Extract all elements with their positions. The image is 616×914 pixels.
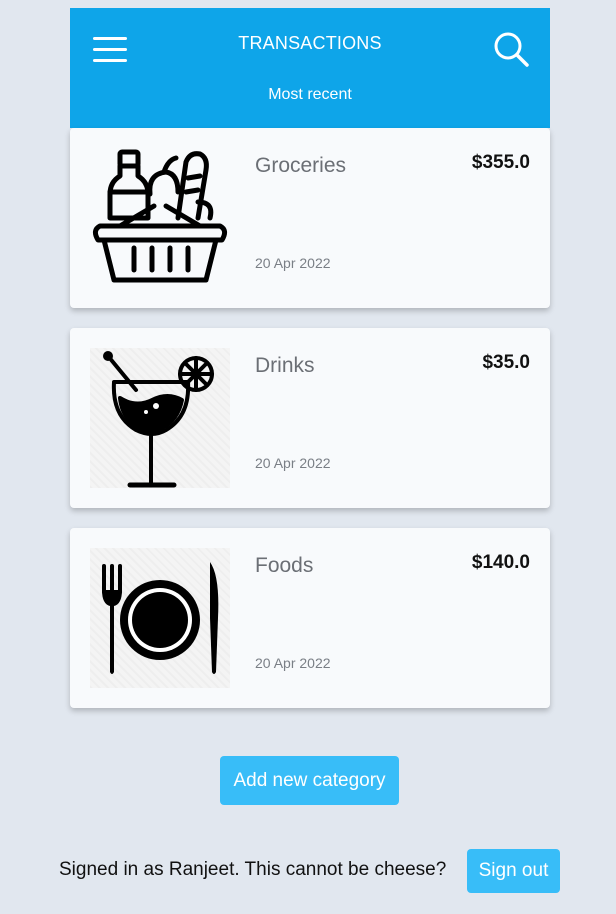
transaction-date: 20 Apr 2022: [255, 255, 331, 271]
sign-out-button[interactable]: Sign out: [467, 849, 560, 893]
transaction-date: 20 Apr 2022: [255, 655, 331, 671]
transaction-amount: $355.0: [471, 152, 530, 173]
transaction-card-drinks[interactable]: Drinks $35.0 20 Apr 2022: [70, 328, 550, 508]
signed-in-status: Signed in as Ranjeet. This cannot be che…: [59, 859, 447, 880]
transaction-name: Foods: [255, 554, 314, 577]
transaction-name: Drinks: [255, 354, 315, 377]
app-root: TRANSACTIONS Most recent Groceries $355.…: [0, 0, 616, 914]
transaction-name: Groceries: [255, 154, 347, 177]
search-icon: [494, 32, 529, 67]
transaction-card-foods[interactable]: Foods $140.0 20 Apr 2022: [70, 528, 550, 708]
transaction-amount: $35.0: [482, 352, 530, 373]
grocery-basket-icon: [90, 148, 230, 288]
plate-fork-knife-icon: [90, 548, 230, 688]
page-subtitle: Most recent: [268, 86, 352, 103]
transaction-date: 20 Apr 2022: [255, 455, 331, 471]
add-category-button[interactable]: Add new category: [220, 756, 399, 805]
transaction-amount: $140.0: [471, 552, 530, 573]
cocktail-glass-icon: [90, 348, 230, 488]
page-title: TRANSACTIONS: [238, 33, 382, 53]
transaction-card-groceries[interactable]: Groceries $355.0 20 Apr 2022: [70, 128, 550, 308]
search-button[interactable]: [492, 30, 530, 68]
app-header: TRANSACTIONS Most recent: [70, 8, 550, 128]
